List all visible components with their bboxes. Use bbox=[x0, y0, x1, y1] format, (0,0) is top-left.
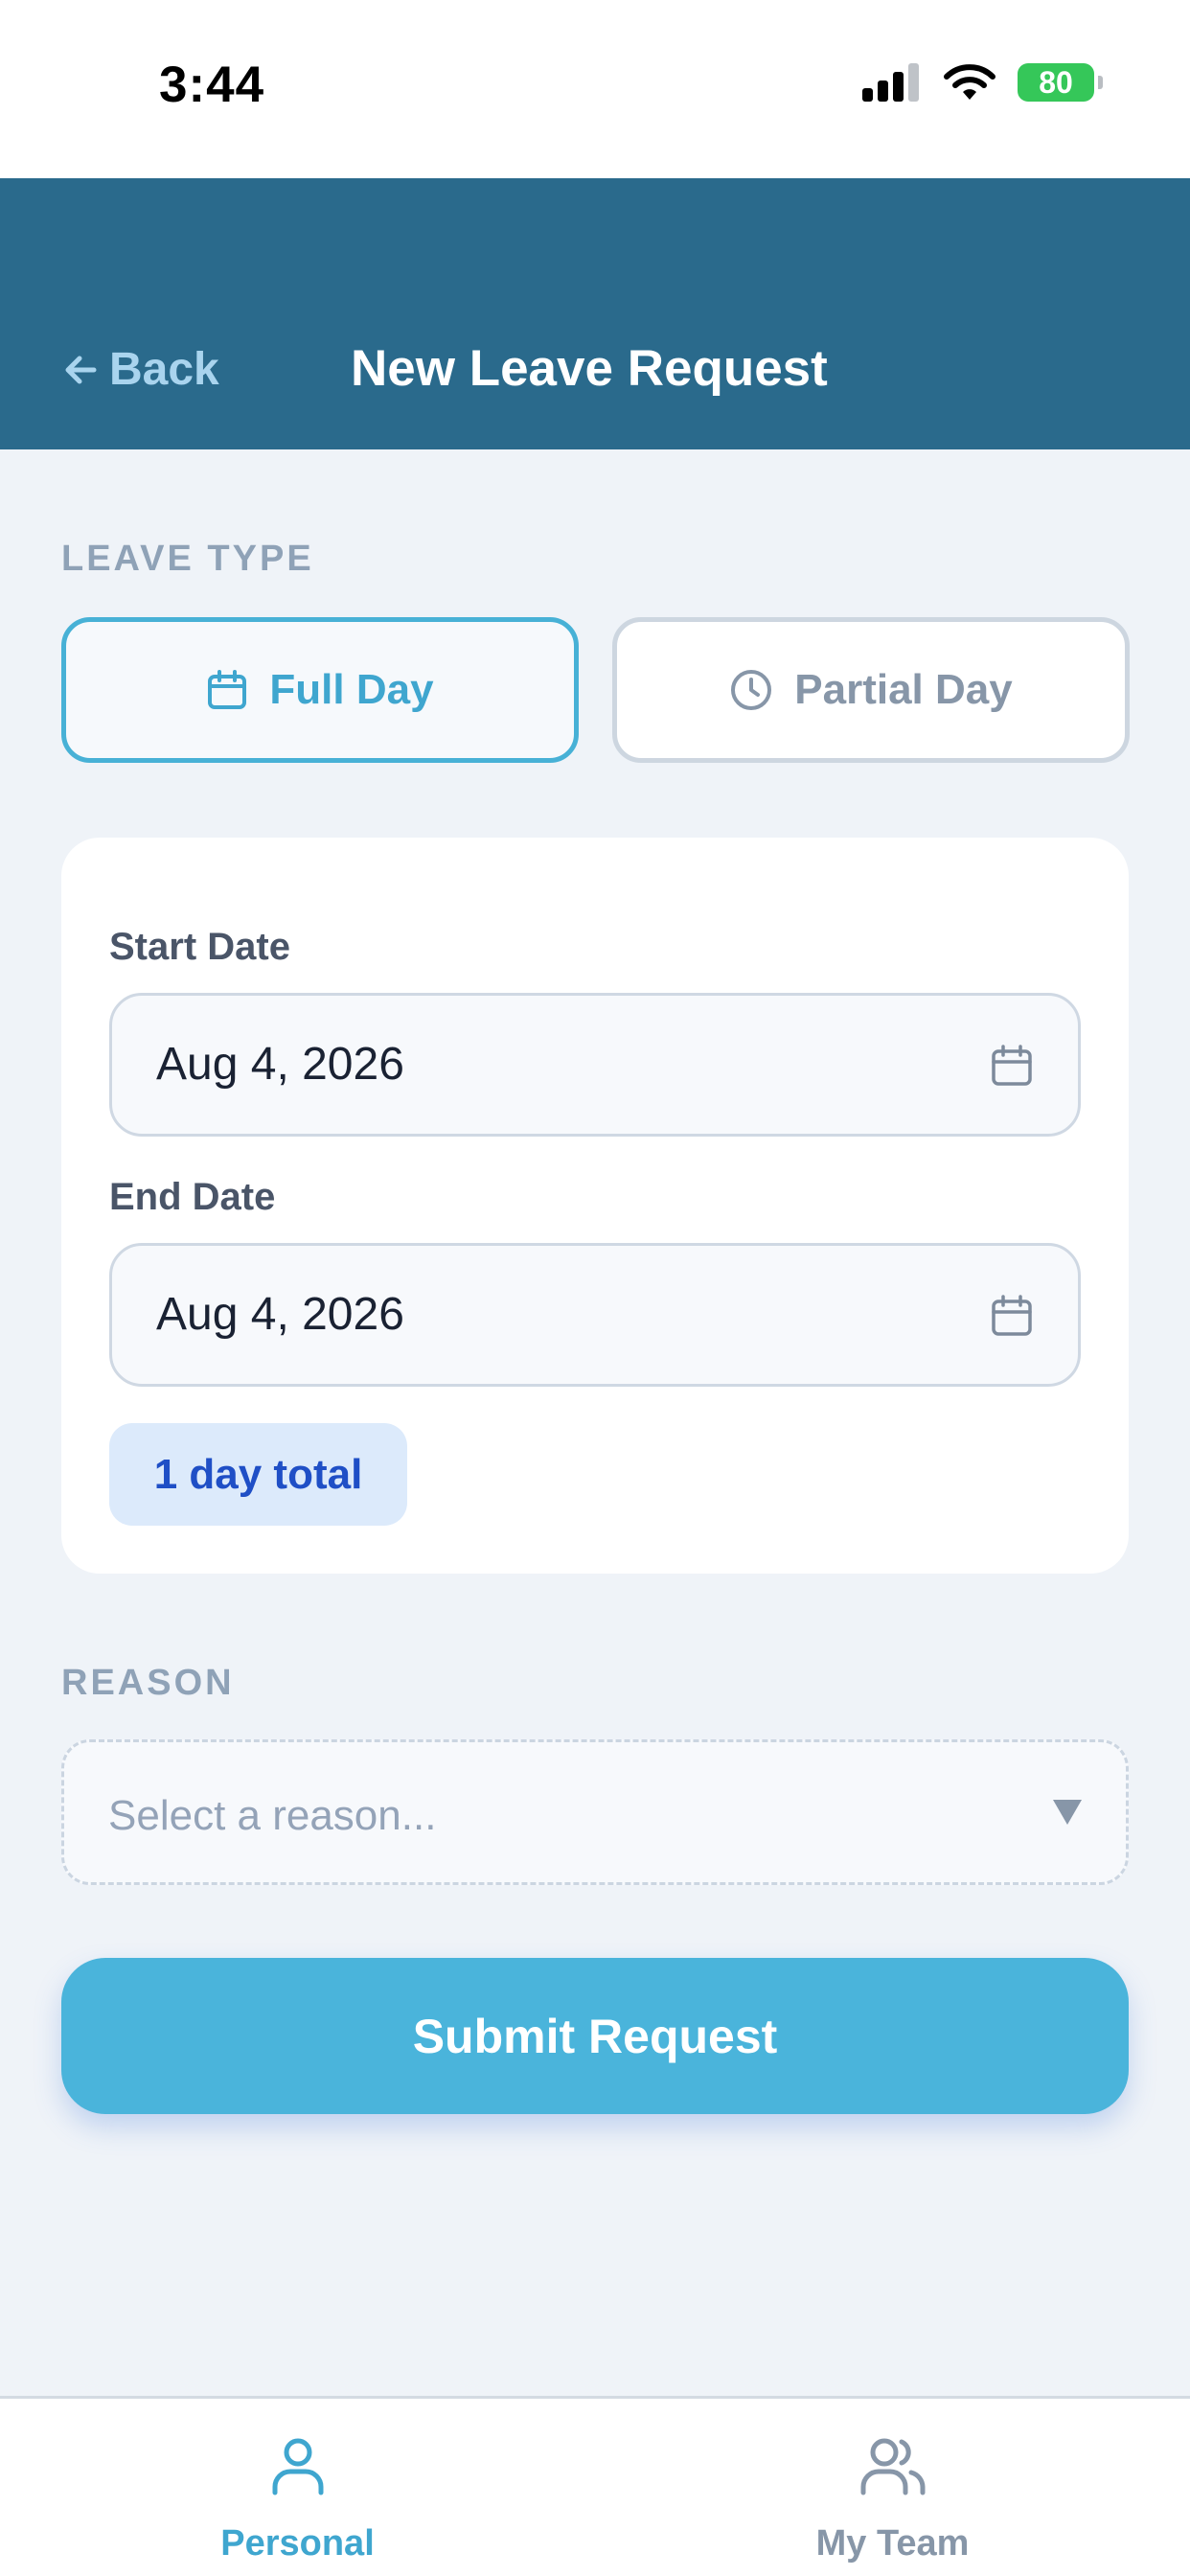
wifi-icon bbox=[944, 64, 995, 100]
tab-my-team[interactable]: My Team bbox=[595, 2399, 1190, 2576]
clock-icon bbox=[731, 670, 772, 710]
signal-icon bbox=[862, 63, 919, 102]
reason-placeholder: Select a reason... bbox=[108, 1792, 437, 1839]
day-total-badge: 1 day total bbox=[109, 1423, 407, 1526]
tab-personal-label: Personal bbox=[220, 2523, 375, 2564]
partial-day-option[interactable]: Partial Day bbox=[612, 617, 1130, 763]
start-date-value: Aug 4, 2026 bbox=[156, 1039, 404, 1090]
calendar-icon bbox=[992, 1295, 1032, 1336]
end-date-value: Aug 4, 2026 bbox=[156, 1289, 404, 1340]
arrow-left-icon bbox=[65, 356, 97, 383]
status-icons: 80 bbox=[862, 63, 1103, 102]
leave-type-label: LEAVE TYPE bbox=[61, 539, 314, 579]
status-bar: 3:44 80 bbox=[0, 0, 1190, 178]
start-date-label: Start Date bbox=[109, 926, 290, 968]
reason-select[interactable]: Select a reason... bbox=[61, 1739, 1129, 1885]
page-title: New Leave Request bbox=[351, 340, 828, 397]
tab-bar: Personal My Team bbox=[0, 2396, 1190, 2576]
full-day-option[interactable]: Full Day bbox=[61, 617, 579, 763]
full-day-label: Full Day bbox=[269, 666, 434, 713]
reason-label: REASON bbox=[61, 1663, 235, 1703]
team-icon bbox=[860, 2438, 925, 2496]
battery-level: 80 bbox=[1039, 64, 1073, 100]
calendar-icon bbox=[992, 1045, 1032, 1086]
tab-my-team-label: My Team bbox=[815, 2523, 970, 2564]
status-time: 3:44 bbox=[159, 57, 265, 113]
tab-personal[interactable]: Personal bbox=[0, 2399, 595, 2576]
app-header bbox=[0, 178, 1190, 449]
person-icon bbox=[272, 2438, 323, 2496]
partial-day-label: Partial Day bbox=[794, 666, 1013, 713]
back-button[interactable]: Back bbox=[61, 343, 219, 396]
caret-down-icon bbox=[1053, 1800, 1082, 1825]
start-date-field[interactable]: Aug 4, 2026 bbox=[109, 993, 1081, 1137]
end-date-label: End Date bbox=[109, 1176, 276, 1218]
back-label: Back bbox=[109, 344, 219, 395]
calendar-icon bbox=[208, 670, 247, 709]
end-date-field[interactable]: Aug 4, 2026 bbox=[109, 1243, 1081, 1387]
battery-indicator: 80 bbox=[1018, 63, 1103, 102]
submit-request-button[interactable]: Submit Request bbox=[61, 1958, 1129, 2114]
